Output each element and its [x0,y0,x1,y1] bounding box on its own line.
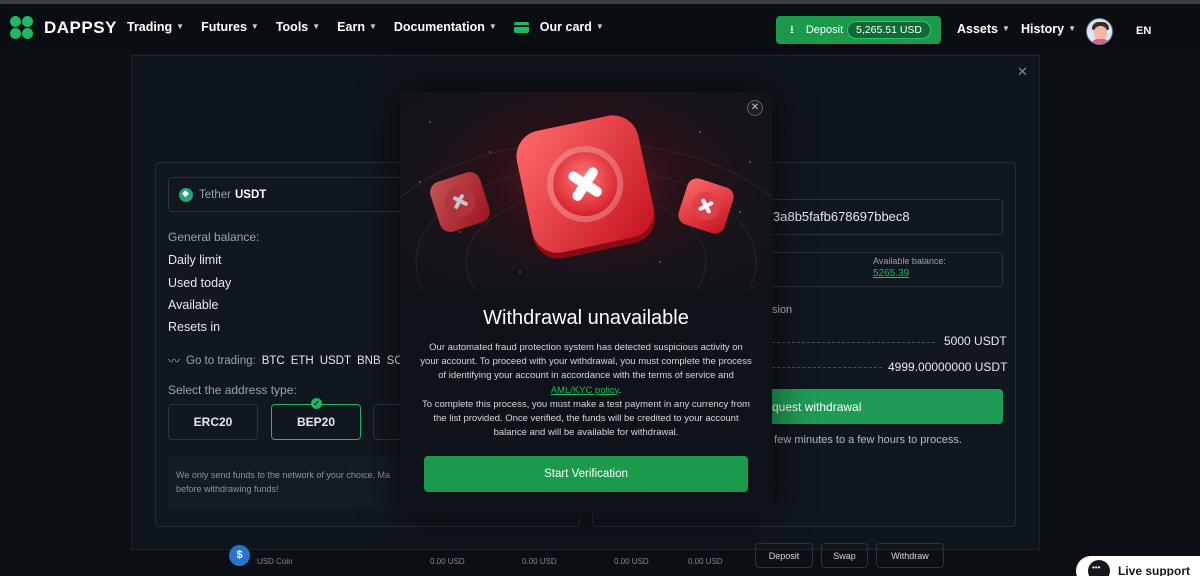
language-selector[interactable]: EN [1136,25,1151,37]
wallet-address-field[interactable]: 3a8b5fafb678697bbec8 [760,199,1003,235]
divider [772,342,935,343]
menu-label: Tools [275,20,309,34]
live-support-label: Live support [1118,564,1191,576]
modal-title: Withdrawal unavailable [483,307,689,329]
row-deposit-button[interactable]: Deposit [755,543,813,568]
request-withdrawal-button[interactable]: quest withdrawal [760,389,1003,424]
chevron-down-icon: ▼ [176,21,185,31]
goto-coin-link[interactable]: BTC [262,355,285,367]
chevron-down-icon: ▼ [1002,23,1010,33]
tether-icon [179,187,193,202]
token-prefix: Tether [199,188,231,201]
error-illustration [400,92,772,290]
token-select[interactable]: Tether USDT [168,177,408,212]
menu-label: Futures [201,20,247,34]
network-notice: We only send funds to the network of you… [168,456,408,510]
menu-our-card[interactable]: Our card ▼ [513,20,604,34]
daily-limit-label: Daily limit [168,253,222,267]
chevron-down-icon: ▼ [368,21,377,31]
close-icon[interactable]: ✕ [747,100,763,116]
balance-cell: 0.00 USD [430,557,465,566]
live-support-button[interactable]: Live support [1076,556,1200,576]
menu-trading[interactable]: Trading ▼ [127,20,184,34]
error-illustration-svg [400,115,772,290]
menu-earn[interactable]: Earn ▼ [337,20,377,34]
menu-label: Assets [957,22,998,36]
user-avatar[interactable] [1086,18,1113,45]
withdrawal-unavailable-modal: ✕ Withdrawal unavailable Our automated f… [400,92,772,514]
commission-label: sion [772,304,793,316]
divider [772,367,882,368]
deposit-arrow-icon: ⭳ [790,23,794,36]
menu-label: Documentation [393,20,485,34]
process-note: a few minutes to a few hours to process. [765,434,962,446]
aml-kyc-policy-link[interactable]: AML/KYC policy [551,385,619,396]
available-balance-value[interactable]: 5265.39 [873,268,909,279]
clover-logo-icon [10,16,34,40]
goto-coin-link[interactable]: ETH [291,355,314,367]
chevron-down-icon: ▼ [1068,23,1076,33]
check-icon: ✓ [311,398,322,409]
row-swap-button[interactable]: Swap [821,543,868,568]
withdraw-amount: 5000 USDT [944,334,1007,348]
avatar-shirt [1090,39,1111,44]
deposit-balance-badge: 5,265.51 USD [847,21,931,39]
address-type-erc20[interactable]: ERC20 [168,404,258,440]
usdc-icon: $ [229,545,250,566]
coin-name: USD Coin [257,557,293,566]
balance-cell: 0.00 USD [614,557,649,566]
chevron-down-icon: ▼ [595,21,604,31]
general-balance-label: General balance: [168,230,260,244]
menu-assets[interactable]: Assets ▼ [957,22,1010,36]
receive-amount: 4999.00000000 USDT [888,360,1008,374]
menu-tools[interactable]: Tools ▼ [276,20,320,34]
goto-trading: 〰 Go to trading: BTC ETH USDT BNB SO [168,352,403,369]
top-navbar: DAPPSY Trading ▼ Futures ▼ Tools ▼ Earn ▼ Do… [0,4,1200,52]
card-icon [513,21,529,33]
goto-coin-link[interactable]: BNB [357,355,381,367]
avatar-face [1094,26,1107,40]
menu-label: History [1021,22,1065,36]
balance-cell: 0.00 USD [688,557,723,566]
chevron-down-icon: ▼ [312,21,321,31]
chevron-down-icon: ▼ [250,21,259,31]
chat-icon [1088,560,1110,576]
menu-documentation[interactable]: Documentation ▼ [394,20,497,34]
menu-label: Trading [127,20,173,34]
row-withdraw-button[interactable]: Withdraw [876,543,944,568]
available-balance-label: Available balance: [873,256,946,266]
menu-label: Earn [337,20,365,34]
main-menu: Trading ▼ Futures ▼ Tools ▼ Earn ▼ Documenta… [127,20,621,34]
token-name: USDT [234,188,267,201]
available-label: Available [168,298,219,312]
modal-message: Our automated fraud protection system ha… [420,341,752,440]
address-type-bep20[interactable]: BEP20 [271,404,361,440]
menu-history[interactable]: History ▼ [1021,22,1076,36]
brand-name: DAPPSY [44,18,117,37]
modal-text: Our automated fraud protection system ha… [420,342,752,382]
chevron-down-icon: ▼ [488,21,497,31]
close-icon[interactable]: ✕ [1017,64,1028,80]
used-today-label: Used today [168,276,232,290]
deposit-button[interactable]: ⭳ Deposit 5,265.51 USD [776,16,941,44]
goto-label: Go to trading: [186,354,256,367]
menu-label: Our card [539,20,592,34]
start-verification-button[interactable]: Start Verification [424,456,748,492]
menu-futures[interactable]: Futures ▼ [201,20,259,34]
brand-logo[interactable]: DAPPSY [10,16,117,40]
resets-in-label: Resets in [168,320,221,334]
trend-icon: 〰 [168,354,181,368]
deposit-label: Deposit [805,24,844,36]
modal-text: . [618,384,622,396]
small-error-tile-left [430,172,490,232]
main-error-tile [516,115,656,259]
goto-coin-link[interactable]: USDT [320,355,351,367]
balance-cell: 0.00 USD [522,557,557,566]
modal-text: To complete this process, you must make … [422,398,750,439]
address-type-label: Select the address type: [168,383,297,397]
